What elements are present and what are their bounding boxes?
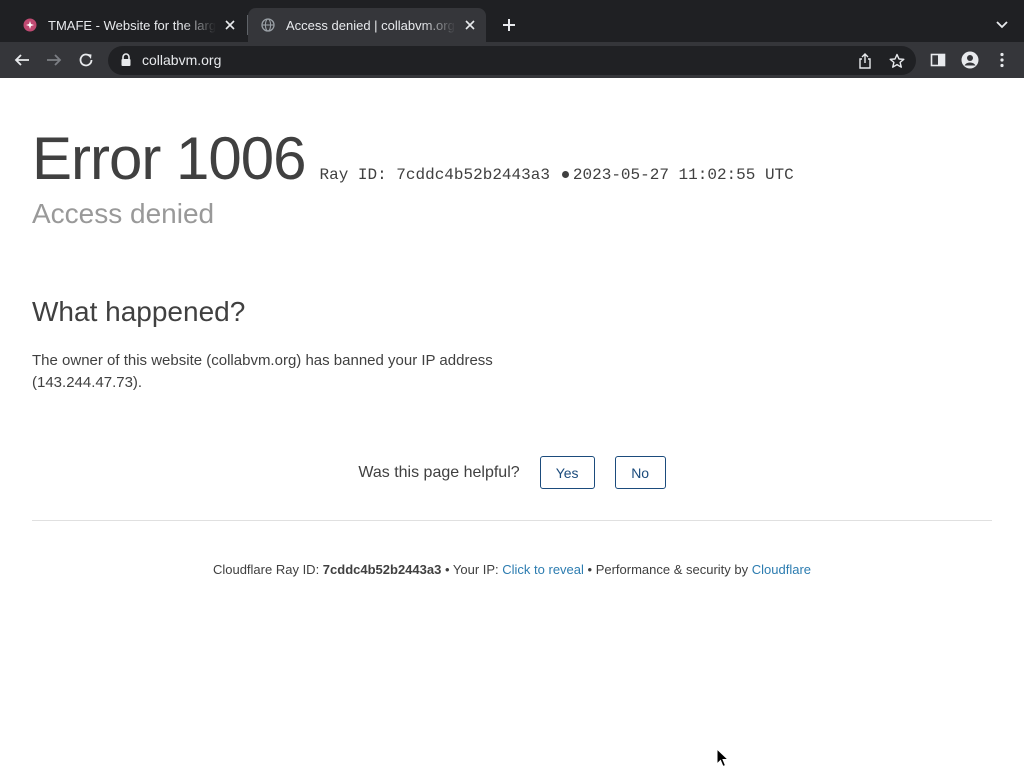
error-code: Error 1006	[32, 125, 306, 192]
footer-ray-prefix: Cloudflare Ray ID:	[212, 562, 323, 577]
tab-strip: TMAFE - Website for the largest Access d…	[0, 0, 1024, 42]
divider	[32, 520, 992, 521]
chevron-down-icon[interactable]	[992, 15, 1012, 35]
bookmark-star-icon[interactable]	[886, 50, 908, 72]
profile-avatar-icon[interactable]	[959, 49, 981, 71]
section-title: What happened?	[32, 296, 246, 327]
feedback-row: Was this page helpful? Yes No	[0, 456, 1024, 489]
yes-button[interactable]: Yes	[539, 456, 595, 489]
side-panel-icon[interactable]	[927, 49, 949, 71]
lock-icon[interactable]	[120, 53, 132, 67]
address-url: collabvm.org	[142, 52, 222, 68]
tab-title: TMAFE - Website for the largest	[48, 17, 216, 33]
address-bar[interactable]: collabvm.org	[108, 46, 916, 75]
section-text: The owner of this website (collabvm.org)…	[32, 352, 493, 391]
tmafe-favicon-icon	[22, 17, 38, 33]
share-icon[interactable]	[854, 50, 876, 72]
new-tab-button[interactable]	[498, 14, 520, 36]
error-meta: Ray ID: 7cddc4b52b2443a3 2023-05-27 11:0…	[319, 166, 793, 184]
back-arrow-icon[interactable]	[11, 49, 33, 71]
cloudflare-link[interactable]: Cloudflare	[752, 562, 811, 577]
close-tab-icon[interactable]	[462, 17, 478, 33]
footer-ray-id: 7cddc4b52b2443a3	[322, 562, 442, 577]
footer: Cloudflare Ray ID: 7cddc4b52b2443a3 • Yo…	[0, 562, 1024, 577]
ray-id-label: Ray ID: 7cddc4b52b2443a3	[319, 166, 550, 184]
bullet-dot	[561, 170, 569, 178]
kebab-menu-icon[interactable]	[991, 49, 1013, 71]
error-header: Error 1006 Ray ID: 7cddc4b52b2443a3 2023…	[32, 126, 794, 192]
browser-toolbar: collabvm.org	[0, 42, 1024, 78]
footer-perf-prefix: Performance & security by	[595, 562, 752, 577]
error-subtitle: Access denied	[32, 198, 215, 229]
tab-title: Access denied | collabvm.org used	[286, 17, 456, 33]
footer-separator: •	[441, 562, 453, 577]
forward-arrow-icon[interactable]	[43, 49, 65, 71]
footer-ip-prefix: Your IP:	[452, 562, 503, 577]
no-button[interactable]: No	[614, 456, 666, 489]
close-tab-icon[interactable]	[222, 17, 238, 33]
tab-access-denied[interactable]: Access denied | collabvm.org used	[248, 8, 486, 42]
globe-icon	[260, 17, 276, 33]
error-timestamp: 2023-05-27 11:02:55 UTC	[572, 166, 794, 184]
reload-icon[interactable]	[75, 49, 97, 71]
reveal-ip-link[interactable]: Click to reveal	[502, 562, 584, 577]
page-content: Error 1006 Ray ID: 7cddc4b52b2443a3 2023…	[0, 78, 1024, 768]
feedback-question: Was this page helpful?	[358, 463, 520, 481]
tab-tmafe[interactable]: TMAFE - Website for the largest	[10, 8, 246, 42]
mouse-pointer-icon	[716, 747, 730, 768]
footer-separator: •	[583, 562, 596, 577]
